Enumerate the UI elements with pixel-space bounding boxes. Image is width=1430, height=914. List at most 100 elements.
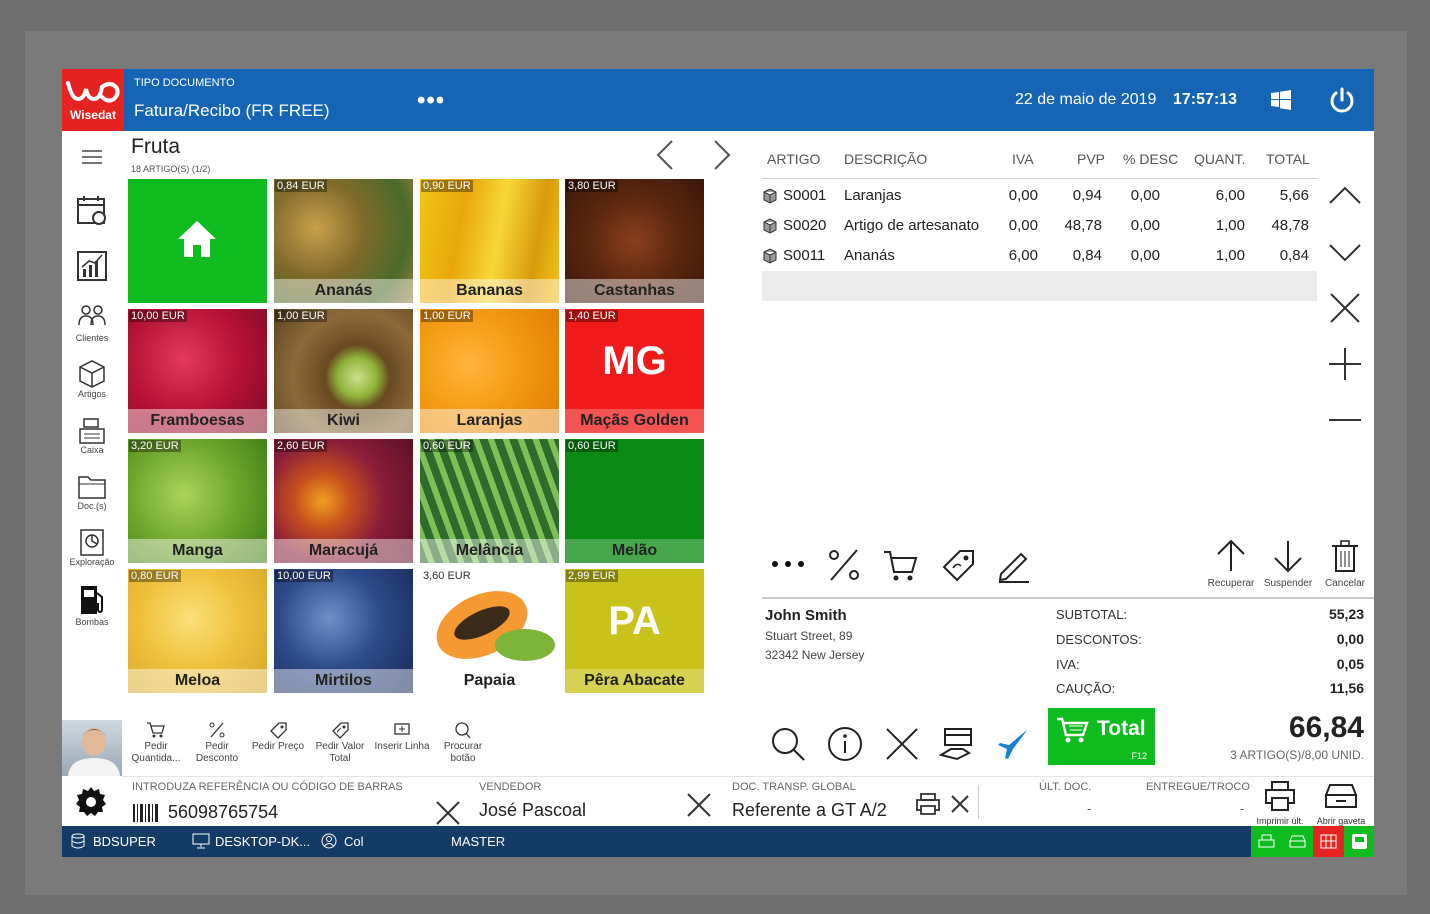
cell-total: 5,66 [1279,187,1309,204]
total-button[interactable]: Total F12 [1048,708,1155,765]
product-tile[interactable]: 2,60 EUR Maracujá [274,439,413,563]
delete-line-icon[interactable] [1328,291,1362,325]
sidebar-item-stats[interactable] [62,249,122,283]
plus-icon[interactable] [1328,347,1362,381]
seller-value[interactable]: José Pascoal [479,800,586,821]
product-tile[interactable]: 0,60 EUR Melância [420,439,559,563]
open-drawer-button[interactable]: Abrir gaveta [1310,779,1372,826]
tag-total-icon [332,722,349,739]
table-row[interactable]: S0001 Laranjas 0,00 0,94 0,00 6,00 5,66 [762,181,1317,211]
product-tile[interactable]: 3,80 EUR Castanhas [565,179,704,303]
drawer-status[interactable] [1282,826,1313,857]
col-descricao: DESCRIÇÃO [844,151,928,167]
terminal-status-icon [1352,834,1367,849]
new-line-row[interactable] [762,271,1317,301]
chevron-right-icon[interactable] [712,139,732,171]
tile-price: 1,00 EUR [421,310,473,322]
product-tile[interactable]: 3,60 EUR Papaia [420,569,559,693]
product-tile[interactable]: 1,00 EUR Kiwi [274,309,413,433]
tile-home[interactable] [128,179,267,303]
transport-doc-value[interactable]: Referente a GT A/2 [732,800,887,821]
home-icon [178,221,216,257]
printer-status-icon [1258,834,1275,848]
search-icon[interactable] [769,725,807,763]
product-tile[interactable]: 3,20 EUR Manga [128,439,267,563]
product-tile[interactable]: 1,00 EUR Laranjas [420,309,559,433]
edit-pencil-icon[interactable] [995,546,1033,584]
barcode-input[interactable]: 56098765754 [168,802,278,823]
more-icon[interactable] [770,556,806,572]
product-tile[interactable]: 10,00 EUR Mirtilos [274,569,413,693]
product-tile[interactable]: 0,90 EUR Bananas [420,179,559,303]
product-tile[interactable]: 2,99 EUR PA Pêra Abacate [565,569,704,693]
product-tile[interactable]: 1,40 EUR MG Maçãs Golden [565,309,704,433]
chevron-up-icon[interactable] [1328,179,1362,213]
clear-seller-icon[interactable] [685,791,713,819]
more-options-button[interactable]: ••• [417,87,445,115]
fuel-pump-icon [81,586,103,614]
payment-card-icon[interactable] [939,725,977,763]
sidebar-item-clients[interactable]: Clientes [62,303,122,343]
sidebar-item-cash[interactable]: Caixa [62,415,122,455]
product-tile[interactable]: 0,80 EUR Meloa [128,569,267,693]
database-icon [71,833,85,849]
cell-desc-pct: 0,00 [1130,217,1160,234]
hamburger-menu-icon[interactable] [82,150,102,164]
settings-gear-icon[interactable] [74,785,108,819]
user-avatar[interactable] [62,720,122,776]
product-tile[interactable]: 10,00 EUR Framboesas [128,309,267,433]
sidebar-item-label: Exploração [69,557,115,567]
change-value: - [1240,801,1245,816]
sidebar-item-pumps[interactable]: Bombas [62,583,122,627]
printer-status[interactable] [1251,826,1282,857]
sidebar-item-documents[interactable]: Doc.(s) [62,471,122,511]
tile-price: 10,00 EUR [129,310,187,322]
power-icon[interactable] [1327,85,1357,115]
action-label: Pedir Valor Total [315,741,365,764]
ask-quantity-button[interactable]: Pedir Quantida... [127,721,185,765]
airplane-icon[interactable] [996,727,1030,761]
sidebar-item-calendar[interactable] [62,193,122,227]
print-last-button[interactable]: Imprimir últ. [1251,779,1309,826]
terminal-status[interactable] [1344,826,1374,857]
ask-price-button[interactable]: Pedir Preço [249,721,307,753]
tile-name: Castanhas [565,279,704,303]
sidebar: Clientes Artigos Caixa Doc.(s) Exploraçã… [62,131,122,719]
product-tile[interactable]: 0,60 EUR Melão [565,439,704,563]
close-icon[interactable] [883,725,921,763]
insert-line-button[interactable]: Inserir Linha [373,721,431,753]
clear-barcode-icon[interactable] [434,799,462,827]
minus-icon[interactable] [1328,403,1362,437]
search-button-action[interactable]: Procurar botão [434,721,492,765]
display-status[interactable] [1313,826,1344,857]
ask-discount-button[interactable]: Pedir Desconto [188,721,246,765]
tile-abbrev: MG [602,339,667,383]
print-transport-icon[interactable] [915,792,941,816]
report-icon [80,529,104,556]
windows-icon[interactable] [1270,89,1292,111]
customer-name[interactable]: John Smith [765,607,847,624]
table-row[interactable]: S0020 Artigo de artesanato 0,00 48,78 0,… [762,211,1317,241]
discount-icon[interactable] [825,546,863,584]
insert-line-icon [394,723,410,735]
tile-price: 1,40 EUR [566,310,618,322]
ask-total-value-button[interactable]: Pedir Valor Total [311,721,369,765]
info-icon[interactable] [826,725,864,763]
avatar-image [68,728,120,776]
cell-pvp: 0,94 [1072,187,1102,204]
suspend-button[interactable]: Suspender [1258,539,1318,589]
sidebar-item-exploration[interactable]: Exploração [62,527,122,567]
sidebar-item-articles[interactable]: Artigos [62,359,122,399]
divider [978,785,979,819]
clear-transport-icon[interactable] [949,793,971,815]
cell-desc: Artigo de artesanato [844,217,980,234]
recover-button[interactable]: Recuperar [1201,539,1261,589]
table-row[interactable]: S0011 Ananás 6,00 0,84 0,00 1,00 0,84 [762,241,1317,271]
cancel-button[interactable]: Cancelar [1315,539,1374,589]
cart-icon[interactable] [882,546,920,584]
chevron-left-icon[interactable] [655,139,675,171]
product-tile[interactable]: 0,84 EUR Ananás [274,179,413,303]
chevron-down-icon[interactable] [1328,235,1362,269]
document-type-value[interactable]: Fatura/Recibo (FR FREE) [134,101,330,121]
price-tag-icon[interactable] [939,546,977,584]
